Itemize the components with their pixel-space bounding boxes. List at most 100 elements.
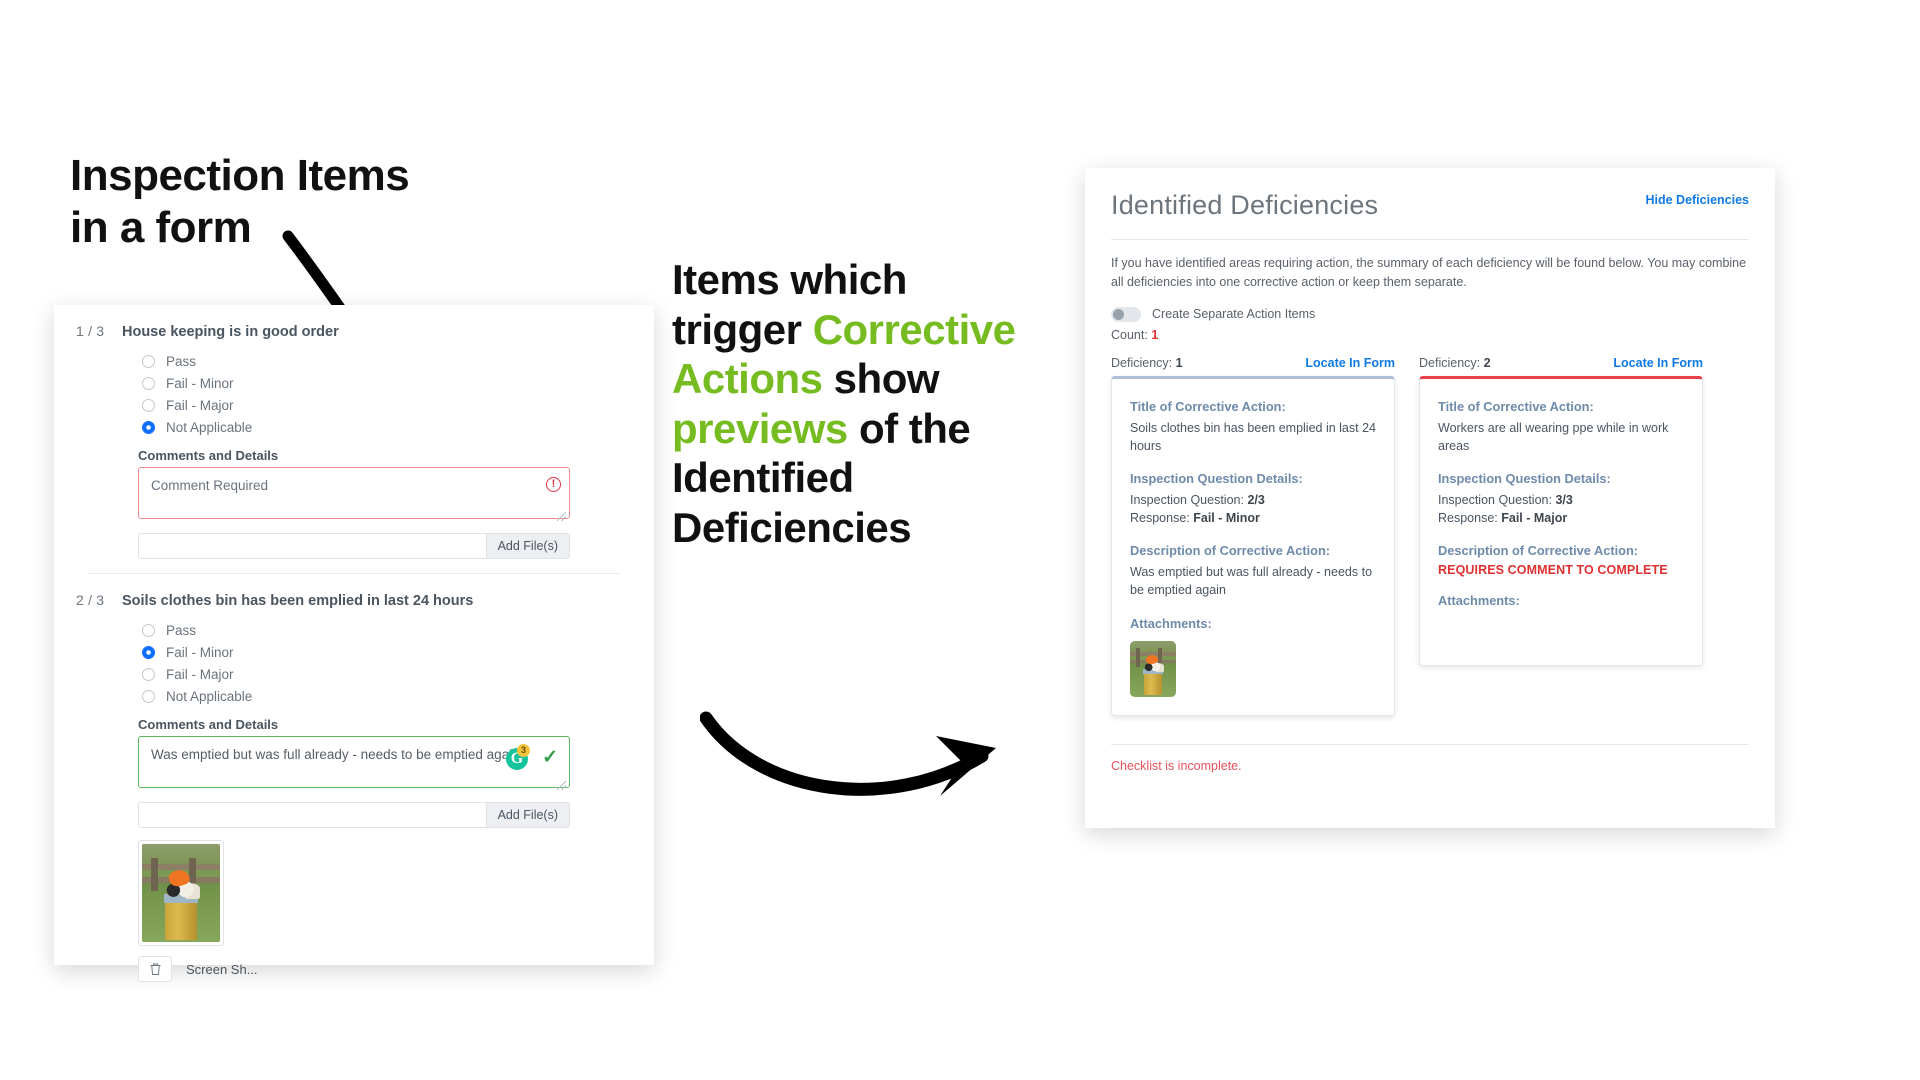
panel-description: If you have identified areas requiring a… bbox=[1111, 256, 1747, 290]
question-2-option-not-applicable[interactable]: Not Applicable bbox=[142, 685, 654, 707]
radio-icon[interactable] bbox=[142, 376, 155, 390]
callout-mid-trigger: trigger bbox=[672, 305, 813, 353]
option-label: Fail - Minor bbox=[166, 375, 234, 391]
question-1-comment-input[interactable] bbox=[138, 467, 570, 519]
card-2-response-label: Response: bbox=[1438, 511, 1498, 526]
option-label: Pass bbox=[166, 353, 197, 369]
question-1-comments-label: Comments and Details bbox=[138, 448, 279, 463]
locate-in-form-link-1[interactable]: Locate In Form bbox=[1305, 356, 1395, 370]
deficiency-index: 1 bbox=[1175, 355, 1183, 370]
form-question-1: 1 / 3 House keeping is in good order Pas… bbox=[54, 305, 654, 569]
card-1-attachment-thumbnail[interactable] bbox=[1130, 640, 1176, 697]
create-separate-action-items-row[interactable]: Create Separate Action Items bbox=[1111, 306, 1749, 322]
question-1-option-pass[interactable]: Pass bbox=[142, 350, 654, 372]
count-value: 1 bbox=[1151, 327, 1159, 342]
card-1-inspection-label: Inspection Question Details: bbox=[1130, 471, 1303, 486]
question-2-attachment-thumbnail[interactable] bbox=[138, 840, 224, 946]
question-1-header: 1 / 3 House keeping is in good order bbox=[54, 317, 654, 346]
deficiency-label-text: Deficiency: bbox=[1419, 355, 1481, 370]
card-1-question-row: Inspection Question: 2/3 bbox=[1130, 491, 1376, 509]
question-1-option-not-applicable[interactable]: Not Applicable bbox=[142, 416, 654, 438]
card-2-inspection-label: Inspection Question Details: bbox=[1438, 471, 1611, 486]
card-1-response-row: Response: Fail - Minor bbox=[1130, 509, 1376, 527]
question-2-number: 2 / 3 bbox=[76, 592, 105, 608]
card-1-description-value: Was emptied but was full already - needs… bbox=[1130, 565, 1373, 598]
toggle-label: Create Separate Action Items bbox=[1152, 307, 1316, 322]
deficiency-card-1: Title of Corrective Action: Soils clothe… bbox=[1111, 375, 1395, 716]
question-2-option-pass[interactable]: Pass bbox=[142, 619, 654, 641]
attachment-file-name: Screen Sh... bbox=[186, 961, 258, 977]
toggle-knob bbox=[1113, 308, 1124, 320]
screenshot-canvas: Inspection Items in a form Items which t… bbox=[0, 0, 1920, 1080]
radio-selected-icon[interactable] bbox=[142, 645, 155, 659]
panel-header: Identified Deficiencies Hide Deficiencie… bbox=[1111, 190, 1749, 221]
card-2-attachments-label: Attachments: bbox=[1438, 593, 1520, 609]
callout-mid-highlight-corrective: Corrective bbox=[812, 305, 1016, 353]
radio-icon[interactable] bbox=[142, 623, 155, 637]
question-2-add-files-button[interactable]: Add File(s) bbox=[485, 802, 570, 828]
card-1-response-value: Fail - Minor bbox=[1193, 511, 1260, 526]
question-2-option-fail-minor[interactable]: Fail - Minor bbox=[142, 641, 654, 663]
question-2-comments-label: Comments and Details bbox=[138, 717, 279, 732]
deficiency-card-1-column: Deficiency: 1 Locate In Form Title of Co… bbox=[1111, 356, 1395, 716]
panel-title: Identified Deficiencies bbox=[1111, 190, 1379, 220]
question-1-option-fail-minor[interactable]: Fail - Minor bbox=[142, 372, 654, 394]
deficiency-label-text: Deficiency: bbox=[1111, 355, 1173, 370]
trash-icon bbox=[150, 963, 160, 975]
card-2-response-row: Response: Fail - Major bbox=[1438, 509, 1684, 527]
card-2-title-value: Workers are all wearing ppe while in wor… bbox=[1438, 420, 1669, 453]
deficiency-cards: Deficiency: 1 Locate In Form Title of Co… bbox=[1111, 356, 1749, 716]
create-separate-action-items-toggle[interactable] bbox=[1111, 306, 1141, 322]
question-1-add-files-button[interactable]: Add File(s) bbox=[485, 533, 570, 559]
question-1-option-fail-major[interactable]: Fail - Major bbox=[142, 394, 654, 416]
count-row: Count: 1 bbox=[1111, 328, 1749, 342]
arrow-curved-right-icon bbox=[700, 711, 996, 796]
card-2-response-value: Fail - Major bbox=[1501, 511, 1568, 526]
radio-icon[interactable] bbox=[142, 354, 155, 368]
question-1-file-input[interactable] bbox=[138, 533, 486, 559]
question-2-file-input[interactable] bbox=[138, 802, 486, 828]
locate-in-form-link-2[interactable]: Locate In Form bbox=[1613, 356, 1703, 370]
card-2-title-label: Title of Corrective Action: bbox=[1438, 398, 1594, 414]
card-1-question-value: 2/3 bbox=[1247, 493, 1265, 507]
card-2-description-label: Description of Corrective Action: bbox=[1438, 543, 1639, 559]
card-2-question-row: Inspection Question: 3/3 bbox=[1438, 491, 1684, 509]
deficiency-card-2: Title of Corrective Action: Workers are … bbox=[1419, 375, 1703, 666]
form-question-2: 2 / 3 Soils clothes bin has been emplied… bbox=[54, 574, 654, 992]
question-1-comment-wrap: ! bbox=[138, 467, 570, 524]
panel-footer-divider bbox=[1111, 743, 1749, 745]
option-label: Not Applicable bbox=[166, 419, 253, 435]
option-label: Not Applicable bbox=[166, 688, 253, 704]
callout-mid-show: show bbox=[822, 355, 940, 403]
callout-mid-deficiencies: Deficiencies bbox=[672, 503, 912, 551]
delete-attachment-button[interactable] bbox=[138, 956, 172, 982]
card-1-title-label: Title of Corrective Action: bbox=[1130, 398, 1286, 414]
deficiency-index: 2 bbox=[1483, 355, 1491, 370]
question-2-option-fail-major[interactable]: Fail - Major bbox=[142, 663, 654, 685]
warning-icon: ! bbox=[546, 477, 561, 492]
panel-divider bbox=[1111, 239, 1749, 240]
card-2-question-value: 3/3 bbox=[1555, 493, 1573, 507]
radio-icon[interactable] bbox=[142, 398, 155, 412]
card-1-response-label: Response: bbox=[1130, 511, 1190, 526]
radio-selected-icon[interactable] bbox=[142, 420, 155, 434]
deficiency-2-label: Deficiency: 2 bbox=[1419, 356, 1491, 370]
resize-grip-icon[interactable] bbox=[557, 781, 566, 790]
count-label: Count: bbox=[1111, 327, 1148, 342]
attachment-image bbox=[142, 844, 220, 942]
callout-mid-identified: Identified bbox=[672, 454, 854, 502]
radio-icon[interactable] bbox=[142, 689, 155, 703]
option-label: Fail - Major bbox=[166, 666, 234, 682]
deficiency-card-2-column: Deficiency: 2 Locate In Form Title of Co… bbox=[1419, 356, 1703, 716]
card-1-title-value: Soils clothes bin has been emplied in la… bbox=[1130, 420, 1376, 453]
deficiency-1-header: Deficiency: 1 Locate In Form bbox=[1111, 356, 1395, 370]
hide-deficiencies-link[interactable]: Hide Deficiencies bbox=[1645, 193, 1749, 207]
question-2-title: Soils clothes bin has been emplied in la… bbox=[122, 593, 474, 609]
deficiency-2-header: Deficiency: 2 Locate In Form bbox=[1419, 356, 1703, 370]
card-1-description-label: Description of Corrective Action: bbox=[1130, 543, 1331, 559]
question-2-comment-input[interactable] bbox=[138, 736, 570, 788]
resize-grip-icon[interactable] bbox=[557, 512, 566, 521]
radio-icon[interactable] bbox=[142, 667, 155, 681]
card-2-question-label: Inspection Question: bbox=[1438, 493, 1552, 507]
option-label: Pass bbox=[166, 622, 197, 638]
